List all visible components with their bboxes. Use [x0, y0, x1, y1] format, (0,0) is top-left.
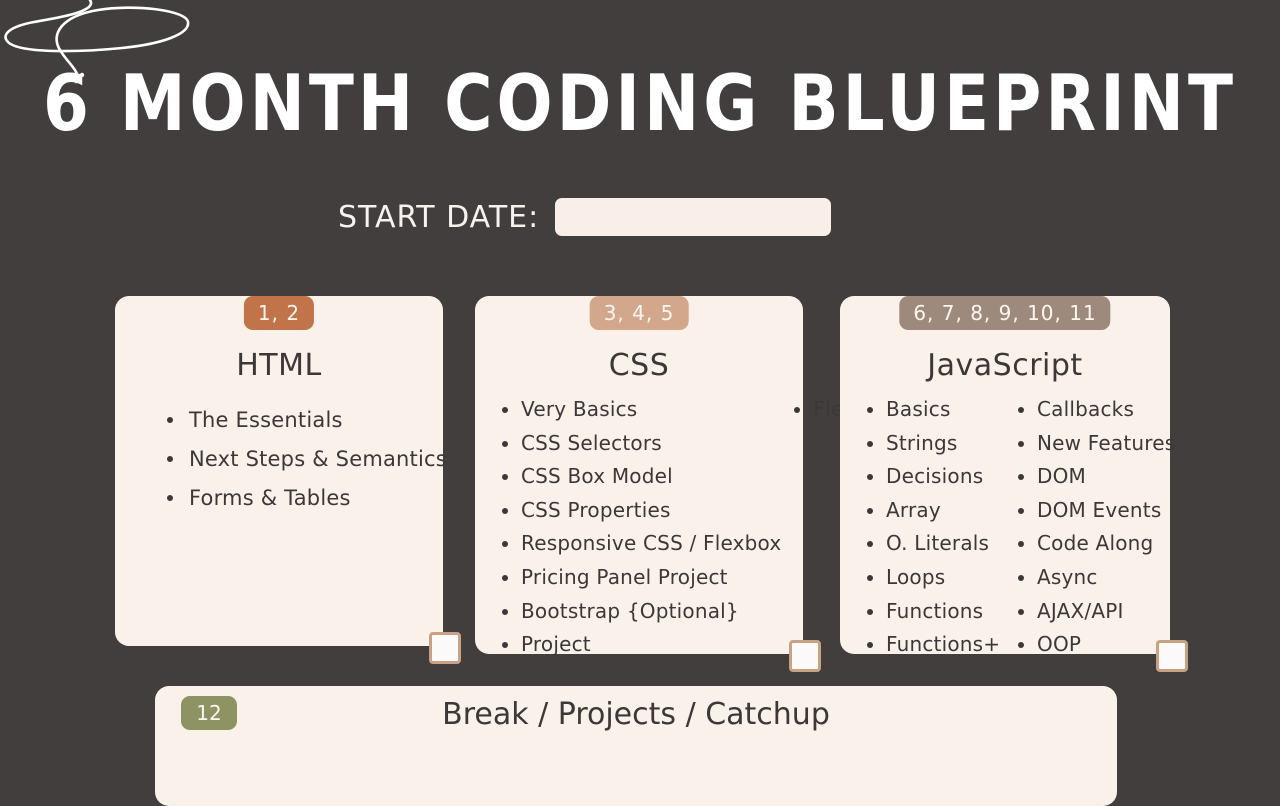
list-item[interactable]: Project	[495, 628, 781, 662]
card-javascript: 6, 7, 8, 9, 10, 11 JavaScript Basics Str…	[840, 296, 1188, 672]
card-css-checkbox[interactable]	[789, 640, 821, 672]
list-item[interactable]: DOM	[1011, 460, 1175, 494]
card-css: 3, 4, 5 CSS Very Basics CSS Selectors CS…	[475, 296, 892, 672]
card-javascript-list-secondary: Callbacks New Features DOM DOM Events Co…	[1011, 393, 1175, 662]
card-html-checkbox[interactable]	[429, 632, 461, 664]
list-item[interactable]: Next Steps & Semantics	[155, 440, 447, 479]
list-item[interactable]: New Features	[1011, 427, 1175, 461]
card-javascript-columns: Basics Strings Decisions Array O. Litera…	[856, 393, 1175, 662]
card-break-projects-catchup-body: 12 Break / Projects / Catchup	[155, 686, 1117, 806]
list-item[interactable]: CSS Properties	[495, 494, 781, 528]
card-javascript-list-primary: Basics Strings Decisions Array O. Litera…	[860, 393, 1005, 662]
list-item[interactable]: Very Basics	[495, 393, 781, 427]
list-item[interactable]: Async	[1011, 561, 1175, 595]
card-html-list: The Essentials Next Steps & Semantics Fo…	[135, 401, 447, 518]
list-item[interactable]: CSS Box Model	[495, 460, 781, 494]
card-break-projects-catchup: 12 Break / Projects / Catchup	[155, 686, 1117, 806]
card-html-columns: The Essentials Next Steps & Semantics Fo…	[131, 401, 447, 518]
start-date-row: START DATE:	[338, 198, 832, 236]
card-html-body: 1, 2 HTML The Essentials Next Steps & Se…	[115, 296, 461, 664]
list-item[interactable]: Code Along	[1011, 527, 1175, 561]
card-css-title: CSS	[608, 348, 670, 383]
list-item[interactable]: Loops	[860, 561, 1005, 595]
list-item[interactable]: Basics	[860, 393, 1005, 427]
card-css-body: 3, 4, 5 CSS Very Basics CSS Selectors CS…	[475, 296, 892, 672]
card-css-columns: Very Basics CSS Selectors CSS Box Model …	[491, 393, 892, 662]
list-item[interactable]: Responsive CSS / Flexbox	[495, 527, 781, 561]
list-item[interactable]: Pricing Panel Project	[495, 561, 781, 595]
card-html: 1, 2 HTML The Essentials Next Steps & Se…	[115, 296, 461, 664]
start-date-label: START DATE:	[338, 199, 540, 235]
card-javascript-checkbox[interactable]	[1156, 640, 1188, 672]
list-item[interactable]: Bootstrap {Optional}	[495, 595, 781, 629]
list-item[interactable]: Callbacks	[1011, 393, 1175, 427]
list-item[interactable]: Functions	[860, 595, 1005, 629]
card-javascript-badge: 6, 7, 8, 9, 10, 11	[899, 296, 1111, 330]
card-html-title: HTML	[236, 348, 322, 383]
card-break-projects-catchup-title: Break / Projects / Catchup	[442, 697, 830, 732]
list-item[interactable]: OOP	[1011, 628, 1175, 662]
card-javascript-title: JavaScript	[927, 348, 1083, 383]
card-javascript-body: 6, 7, 8, 9, 10, 11 JavaScript Basics Str…	[840, 296, 1188, 672]
page-title: 6 MONTH CODING BLUEPRINT	[42, 58, 1238, 149]
list-item[interactable]: AJAX/API	[1011, 595, 1175, 629]
list-item[interactable]: Decisions	[860, 460, 1005, 494]
list-item[interactable]: Functions+	[860, 628, 1005, 662]
list-item[interactable]: The Essentials	[155, 401, 447, 440]
card-html-badge: 1, 2	[243, 296, 315, 330]
list-item[interactable]: Forms & Tables	[155, 479, 447, 518]
card-break-projects-catchup-badge: 12	[181, 696, 237, 730]
list-item[interactable]: O. Literals	[860, 527, 1005, 561]
card-css-badge: 3, 4, 5	[589, 296, 689, 330]
list-item[interactable]: Array	[860, 494, 1005, 528]
phase-cards-row: 1, 2 HTML The Essentials Next Steps & Se…	[0, 296, 1280, 676]
list-item[interactable]: Strings	[860, 427, 1005, 461]
list-item[interactable]: CSS Selectors	[495, 427, 781, 461]
list-item[interactable]: DOM Events	[1011, 494, 1175, 528]
start-date-input[interactable]	[555, 198, 832, 236]
card-css-list-primary: Very Basics CSS Selectors CSS Box Model …	[495, 393, 781, 662]
